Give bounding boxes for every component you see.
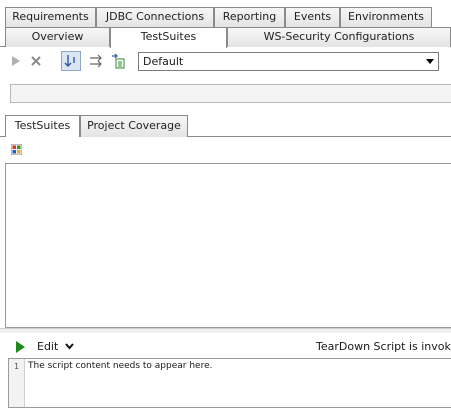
project-tabs-row-2: Overview TestSuites WS-Security Configur… [0,27,451,48]
tab-environments[interactable]: Environments [340,7,432,27]
cancel-icon[interactable] [28,53,44,69]
tab-overview[interactable]: Overview [5,27,110,47]
parallel-icon[interactable] [88,53,104,69]
run-icon[interactable] [8,53,24,69]
edit-menu-button[interactable]: Edit [37,339,74,355]
new-testsuite-icon[interactable] [110,53,126,69]
grid-icon[interactable] [10,143,23,156]
edit-menu-label: Edit [37,340,59,353]
testsuite-list-area[interactable] [5,163,451,328]
run-script-icon[interactable] [14,340,26,354]
project-tabs-row-1: Requirements JDBC Connections Reporting … [0,7,451,27]
line-number-gutter: 1 [9,359,25,407]
tab-project-coverage[interactable]: Project Coverage [80,115,188,137]
panel-splitter[interactable] [0,328,451,333]
teardown-script-editor[interactable]: 1 The script content needs to appear her… [8,358,451,408]
environment-select[interactable]: Default [138,52,439,71]
tab-reporting[interactable]: Reporting [214,7,285,27]
tab-testsuites[interactable]: TestSuites [110,27,227,48]
line-number: 1 [13,362,20,371]
testsuite-panel-tabs: TestSuites Project Coverage [0,115,451,138]
testsuite-panel-toolbar [0,137,451,163]
tab-inner-testsuites[interactable]: TestSuites [5,115,80,138]
script-editor-toolbar: Edit TearDown Script is invoke [0,336,451,358]
script-content-line: The script content needs to appear here. [28,361,213,371]
environment-select-value: Default [143,55,184,68]
tab-jdbc-connections[interactable]: JDBC Connections [96,7,214,27]
script-title: TearDown Script is invoke [316,340,451,353]
tab-ws-security-configurations[interactable]: WS-Security Configurations [227,27,451,47]
run-progress-bar [10,84,451,103]
chevron-down-icon [65,343,74,350]
sequential-icon[interactable] [61,51,81,71]
tab-requirements[interactable]: Requirements [5,7,96,27]
toolbar: Default [0,48,451,74]
tab-events[interactable]: Events [285,7,340,27]
chevron-down-icon [426,59,434,64]
